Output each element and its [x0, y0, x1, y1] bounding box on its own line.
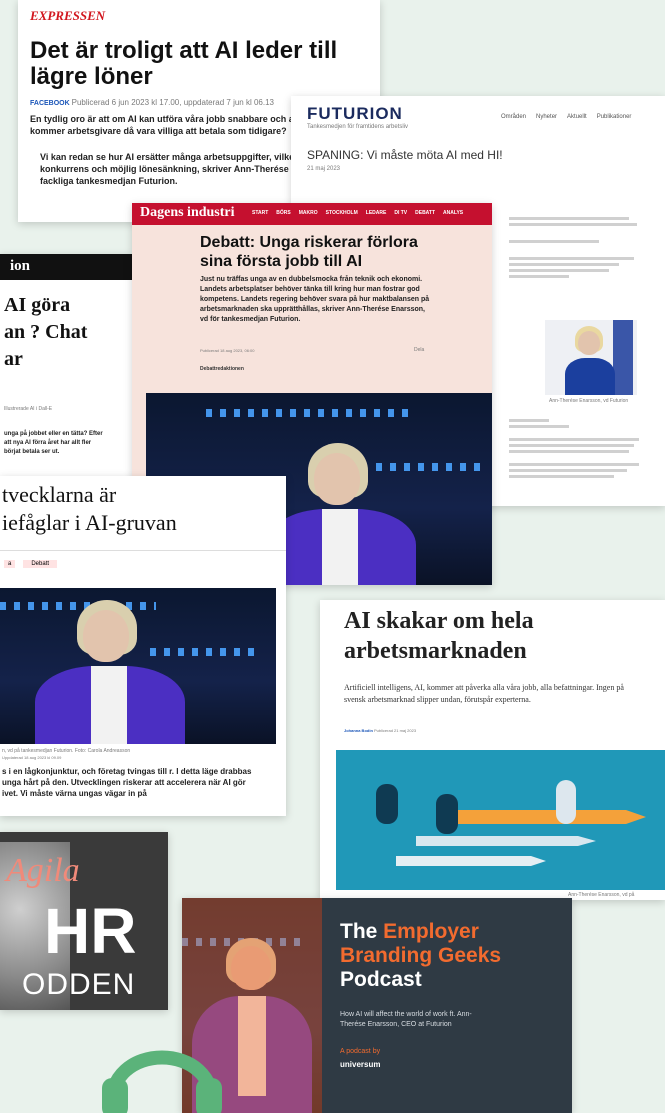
chat-lead: unga på jobbet eller en tätta? Efter att… [4, 431, 103, 455]
geeks-brand: universum [340, 1060, 381, 1069]
di-nav-item[interactable]: MAKRO [299, 210, 318, 216]
geeks-desc: How AI will affect the world of work ft.… [340, 1011, 472, 1028]
chat-byline: Illustrerade AI i Dall-E [4, 406, 53, 412]
gruvan-headline-1[interactable]: tvecklarna är [2, 482, 116, 508]
di-nav-item[interactable]: BÖRS [276, 210, 290, 216]
chat-nameplate-text: ion [10, 258, 31, 274]
di-nav: START BÖRS MAKRO STOCKHOLM LEDARE DI TV … [252, 210, 463, 216]
expressen-date: Publicerad 6 jun 2023 kl 17.00, uppdater… [71, 98, 274, 107]
arbetsmarknad-lead: Artificiell intelligens, AI, kommer att … [344, 683, 624, 704]
futurion-nav-item[interactable]: Områden [501, 114, 526, 120]
geeks-title-the: The [340, 920, 384, 943]
futurion-tagline: Tankesmedjen för framtidens arbetsliv [307, 124, 409, 130]
geeks-title-branding: Branding [340, 944, 438, 967]
arbetsmarknad-date: Publicerad 21 maj 2023 [374, 728, 417, 733]
expressen-source: FACEBOOK [30, 100, 70, 107]
di-author: Debattredaktionen [200, 366, 244, 372]
futurion-nav-item[interactable]: Nyheter [536, 114, 557, 120]
futurion-nav-item[interactable]: Publikationer [597, 114, 632, 120]
arbetsmarknad-byline: Johanna Bodin [344, 728, 373, 733]
gruvan-body: s i en lågkonjunktur, och företag tvinga… [2, 767, 252, 798]
gruvan-headline-2[interactable]: iefåglar i AI-gruvan [2, 510, 177, 536]
agila-podcast-cover[interactable]: Agila HR ODDEN [0, 832, 168, 1010]
geeks-title-employer: Employer [383, 920, 479, 943]
futurion-text-lines-2 [509, 416, 649, 481]
di-nav-item[interactable]: ANALYS [443, 210, 463, 216]
di-nav-item[interactable]: STOCKHOLM [326, 210, 358, 216]
arbetsmarknad-headline[interactable]: AI skakar om hela arbetsmarknaden [344, 606, 644, 666]
gruvan-article[interactable]: tvecklarna är iefåglar i AI-gruvan a Deb… [0, 476, 286, 816]
geeks-byline: A podcast by [340, 1048, 381, 1055]
futurion-headline[interactable]: SPANING: Vi måste möta AI med HI! [307, 148, 503, 162]
di-nav-item[interactable]: START [252, 210, 268, 216]
futurion-text-lines [509, 214, 649, 281]
expressen-logo: EXPRESSEN [30, 8, 106, 23]
chat-headline[interactable]: AI göra an ? Chat ar [4, 292, 94, 373]
futurion-logo: FUTURION [307, 104, 403, 123]
futurion-date: 21 maj 2023 [307, 166, 341, 172]
di-headline[interactable]: Debatt: Unga riskerar förlora sina först… [200, 233, 440, 271]
di-lead: Just nu träffas unga av en dubbelsmocka … [200, 276, 430, 323]
geeks-podcast-cover[interactable]: The Employer Branding Geeks Podcast How … [182, 898, 572, 1113]
chat-article[interactable]: ion AI göra an ? Chat ar Illustrerade AI… [0, 254, 132, 480]
agila-title-1: Agila [6, 852, 80, 889]
di-logo: Dagens industri [140, 205, 235, 220]
futurion-nav: Områden Nyheter Aktuellt Publikationer [501, 114, 631, 120]
di-share[interactable]: Dela [414, 347, 424, 353]
geeks-title-geeks: Geeks [438, 944, 502, 967]
headphones-icon [102, 1050, 222, 1113]
futurion-nav-item[interactable]: Aktuellt [567, 114, 587, 120]
expressen-headline[interactable]: Det är troligt att AI leder till lägre l… [30, 38, 370, 90]
chat-nameplate: ion [0, 254, 132, 280]
di-nav-item[interactable]: DEBATT [415, 210, 435, 216]
arbetsmarknad-caption: Ann-Therése Enarsson, vd på [568, 892, 635, 898]
di-nav-item[interactable]: DI TV [394, 210, 407, 216]
arbetsmarknad-illustration [336, 750, 665, 890]
futurion-portrait [545, 320, 637, 395]
geeks-title-podcast: Podcast [340, 968, 422, 991]
gruvan-photo [0, 588, 276, 744]
gruvan-caption: n, vd på tankesmedjan Futurion. Foto: Ca… [2, 748, 131, 754]
arbetsmarknad-article[interactable]: AI skakar om hela arbetsmarknaden Artifi… [320, 600, 665, 900]
gruvan-tag[interactable]: a [4, 560, 16, 568]
agila-title-3: ODDEN [22, 968, 136, 1001]
gruvan-tag-debatt[interactable]: Debatt [23, 560, 58, 568]
di-header: Dagens industri START BÖRS MAKRO STOCKHO… [132, 203, 492, 225]
di-nav-item[interactable]: LEDARE [366, 210, 387, 216]
agila-title-2: HR [44, 895, 137, 967]
futurion-caption: Ann-Therése Enarsson, vd Futurion [549, 398, 629, 404]
di-date: Publicerad 18 aug 2023, 06:00 [200, 348, 255, 353]
gruvan-date: Uppdaterad 18 aug 2023 kl 09.09 [2, 755, 62, 760]
